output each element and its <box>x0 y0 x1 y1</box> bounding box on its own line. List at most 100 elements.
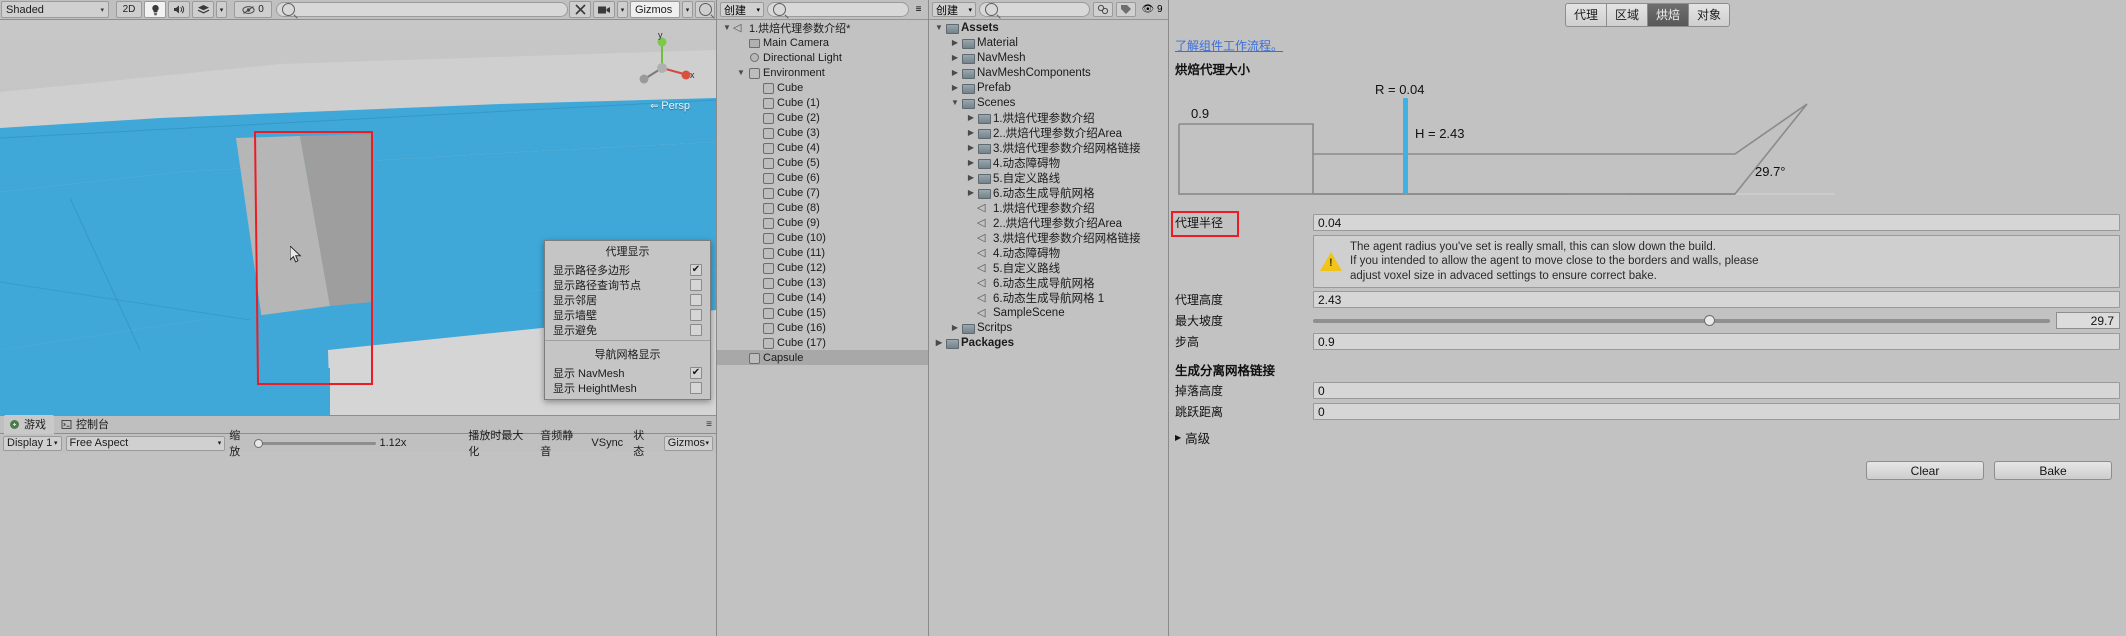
navigation-tab-3[interactable]: 对象 <box>1688 3 1731 27</box>
checkbox-show-neighbours[interactable] <box>690 293 702 306</box>
hierarchy-row[interactable]: Cube (16) <box>717 320 928 335</box>
project-row[interactable]: ▶ Scritps <box>929 320 1168 335</box>
hierarchy-row[interactable]: Cube (12) <box>717 260 928 275</box>
popup-option-row[interactable]: 显示 HeightMesh <box>545 380 710 395</box>
scale-slider[interactable] <box>253 438 376 448</box>
disclosure-triangle-icon[interactable]: ▶ <box>933 338 945 347</box>
navigation-tab-1[interactable]: 区域 <box>1605 3 1647 27</box>
popup-option-row[interactable]: 显示墙壁 <box>545 307 710 322</box>
project-tree[interactable]: ▼ Assets ▶ Material ▶ NavMesh ▶ NavMeshComponen… <box>929 20 1168 636</box>
checkbox-show-walls[interactable] <box>690 308 702 321</box>
hierarchy-tree[interactable]: ▼ 1.烘焙代理参数介绍*Main Camera Directional Light… <box>717 20 928 636</box>
hierarchy-row[interactable]: Cube (2) <box>717 110 928 125</box>
scene-orientation-gizmo[interactable]: y x <box>626 28 698 100</box>
hierarchy-row[interactable]: Capsule <box>717 350 928 365</box>
maximize-on-play-toggle[interactable]: 播放时最大化 <box>468 427 530 459</box>
effects-icon[interactable] <box>192 1 214 18</box>
hierarchy-row[interactable]: Cube (5) <box>717 155 928 170</box>
project-row[interactable]: ▶ 3.烘焙代理参数介绍网格链接 <box>929 140 1168 155</box>
project-row[interactable]: ▼ Scenes <box>929 95 1168 110</box>
project-row[interactable]: ▶ NavMeshComponents <box>929 65 1168 80</box>
game-gizmos-dropdown[interactable]: Gizmos ▾ <box>663 435 713 451</box>
project-row[interactable]: ▶ 5.自定义路线 <box>929 170 1168 185</box>
disclosure-triangle-icon[interactable]: ▶ <box>949 38 961 47</box>
disclosure-triangle-icon[interactable]: ▼ <box>933 23 945 32</box>
tools-icon[interactable] <box>569 1 591 18</box>
agent-radius-input[interactable]: 0.04 <box>1313 214 2120 231</box>
project-row[interactable]: 2..烘焙代理参数介绍Area <box>929 215 1168 230</box>
project-row[interactable]: ▶ NavMesh <box>929 50 1168 65</box>
disclosure-triangle-icon[interactable]: ▶ <box>949 68 961 77</box>
jump-distance-input[interactable]: 0 <box>1313 403 2120 421</box>
hierarchy-search-input[interactable] <box>767 2 909 17</box>
camera-icon[interactable] <box>593 1 615 18</box>
disclosure-triangle-icon[interactable]: ▼ <box>721 23 733 32</box>
hierarchy-row[interactable]: Directional Light <box>717 50 928 65</box>
hierarchy-row[interactable]: Cube (11) <box>717 245 928 260</box>
scene-visibility-toggle[interactable]: 0 <box>234 1 272 18</box>
disclosure-triangle-icon[interactable]: ▼ <box>949 98 961 107</box>
disclosure-triangle-icon[interactable]: ▶ <box>965 158 977 167</box>
project-row[interactable]: 6.动态生成导航网格 <box>929 275 1168 290</box>
max-slope-slider[interactable] <box>1313 314 2050 326</box>
checkbox-show-path-query-nodes[interactable] <box>690 278 702 291</box>
hierarchy-row[interactable]: Cube (4) <box>717 140 928 155</box>
hierarchy-row[interactable]: Cube (1) <box>717 95 928 110</box>
project-create-button[interactable]: 创建 ▾ <box>932 2 976 17</box>
popup-option-row[interactable]: 显示路径多边形 ✔ <box>545 262 710 277</box>
stats-toggle[interactable]: 状态 <box>633 427 654 459</box>
drop-height-input[interactable]: 0 <box>1313 382 2120 400</box>
disclosure-triangle-icon[interactable]: ▶ <box>949 323 961 332</box>
project-row[interactable]: ▼ Assets <box>929 20 1168 35</box>
hierarchy-row[interactable]: Cube (14) <box>717 290 928 305</box>
camera-dropdown-arrow[interactable]: ▾ <box>617 1 628 18</box>
hierarchy-row[interactable]: Cube (6) <box>717 170 928 185</box>
checkbox-show-heightmesh[interactable] <box>690 381 702 394</box>
checkbox-show-path-polys[interactable]: ✔ <box>690 263 702 276</box>
disclosure-triangle-icon[interactable]: ▶ <box>965 188 977 197</box>
bake-button[interactable]: Bake <box>1994 461 2112 481</box>
hierarchy-row[interactable]: Cube (13) <box>717 275 928 290</box>
project-row[interactable]: 3.烘焙代理参数介绍网格链接 <box>929 230 1168 245</box>
checkbox-show-navmesh[interactable]: ✔ <box>690 366 702 379</box>
scene-viewport[interactable]: ⇐ Persp y x 代理显示 显示路径多边形 ✔ 显示路径查询节点 显示邻居… <box>0 20 716 415</box>
gizmos-dropdown[interactable]: Gizmos <box>630 1 680 18</box>
tab-console[interactable]: 控制台 <box>56 415 117 434</box>
project-row[interactable]: 6.动态生成导航网格 1 <box>929 290 1168 305</box>
lightbulb-icon[interactable] <box>144 1 166 18</box>
advanced-foldout[interactable]: ▶ 高级 <box>1175 428 2126 447</box>
project-row[interactable]: ▶ Material <box>929 35 1168 50</box>
popup-option-row[interactable]: 显示避免 <box>545 322 710 337</box>
scale-slider-knob[interactable] <box>253 438 263 448</box>
hierarchy-row[interactable]: Cube (8) <box>717 200 928 215</box>
project-row[interactable]: 4.动态障碍物 <box>929 245 1168 260</box>
project-row[interactable]: ▶ 2..烘焙代理参数介绍Area <box>929 125 1168 140</box>
hierarchy-row[interactable]: Cube <box>717 80 928 95</box>
scene-search-input[interactable] <box>276 2 568 17</box>
hierarchy-row[interactable]: Cube (9) <box>717 215 928 230</box>
project-row[interactable]: 5.自定义路线 <box>929 260 1168 275</box>
hierarchy-row[interactable]: Cube (7) <box>717 185 928 200</box>
project-row[interactable]: SampleScene <box>929 305 1168 320</box>
shading-mode-dropdown[interactable]: Shaded ▾ <box>1 1 109 18</box>
hierarchy-row[interactable]: Cube (15) <box>717 305 928 320</box>
max-slope-input[interactable]: 29.7 <box>2056 312 2120 330</box>
checkbox-show-avoidance[interactable] <box>690 323 702 336</box>
project-row[interactable]: ▶ 1.烘焙代理参数介绍 <box>929 110 1168 125</box>
project-row[interactable]: ▶ Packages <box>929 335 1168 350</box>
max-slope-slider-knob[interactable] <box>1703 314 1715 326</box>
disclosure-triangle-icon[interactable]: ▶ <box>949 83 961 92</box>
effects-dropdown-arrow[interactable]: ▾ <box>216 1 227 18</box>
scene-search-icon-button[interactable] <box>695 1 715 18</box>
vsync-toggle[interactable]: VSync <box>591 437 623 449</box>
filter-by-type-icon[interactable] <box>1093 2 1113 17</box>
step-height-input[interactable]: 0.9 <box>1313 333 2120 351</box>
agent-height-input[interactable]: 2.43 <box>1313 291 2120 309</box>
speaker-icon[interactable] <box>168 1 190 18</box>
project-row[interactable]: 1.烘焙代理参数介绍 <box>929 200 1168 215</box>
hierarchy-row[interactable]: Cube (10) <box>717 230 928 245</box>
clear-button[interactable]: Clear <box>1866 461 1984 481</box>
hierarchy-create-button[interactable]: 创建 ▾ <box>720 2 764 17</box>
disclosure-triangle-icon[interactable]: ▶ <box>965 173 977 182</box>
disclosure-triangle-icon[interactable]: ▶ <box>965 143 977 152</box>
